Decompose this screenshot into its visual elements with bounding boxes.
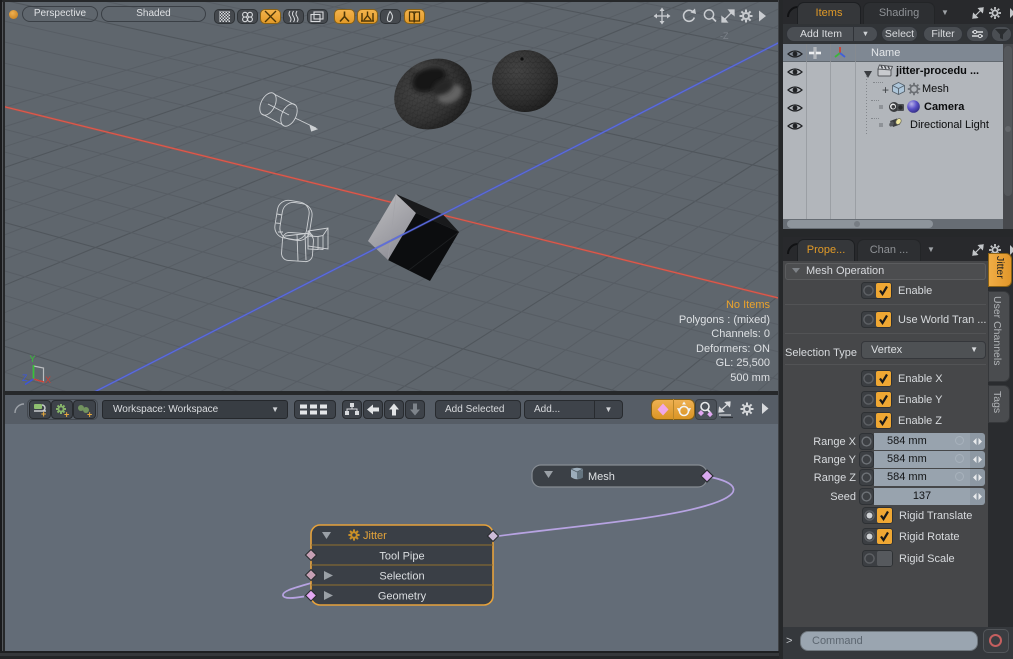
svg-text:Selection: Selection bbox=[379, 571, 424, 583]
svg-text:Jitter: Jitter bbox=[363, 530, 387, 542]
svg-text:+: + bbox=[87, 410, 92, 420]
svg-text:Geometry: Geometry bbox=[378, 591, 427, 603]
svg-text:X: X bbox=[45, 375, 51, 385]
svg-text:+: + bbox=[64, 410, 69, 420]
svg-text:Tool Pipe: Tool Pipe bbox=[379, 551, 424, 563]
svg-text:Y: Y bbox=[30, 354, 36, 364]
svg-text:Z: Z bbox=[22, 373, 28, 383]
svg-text:+: + bbox=[41, 409, 46, 419]
svg-text:Mesh: Mesh bbox=[588, 471, 615, 483]
